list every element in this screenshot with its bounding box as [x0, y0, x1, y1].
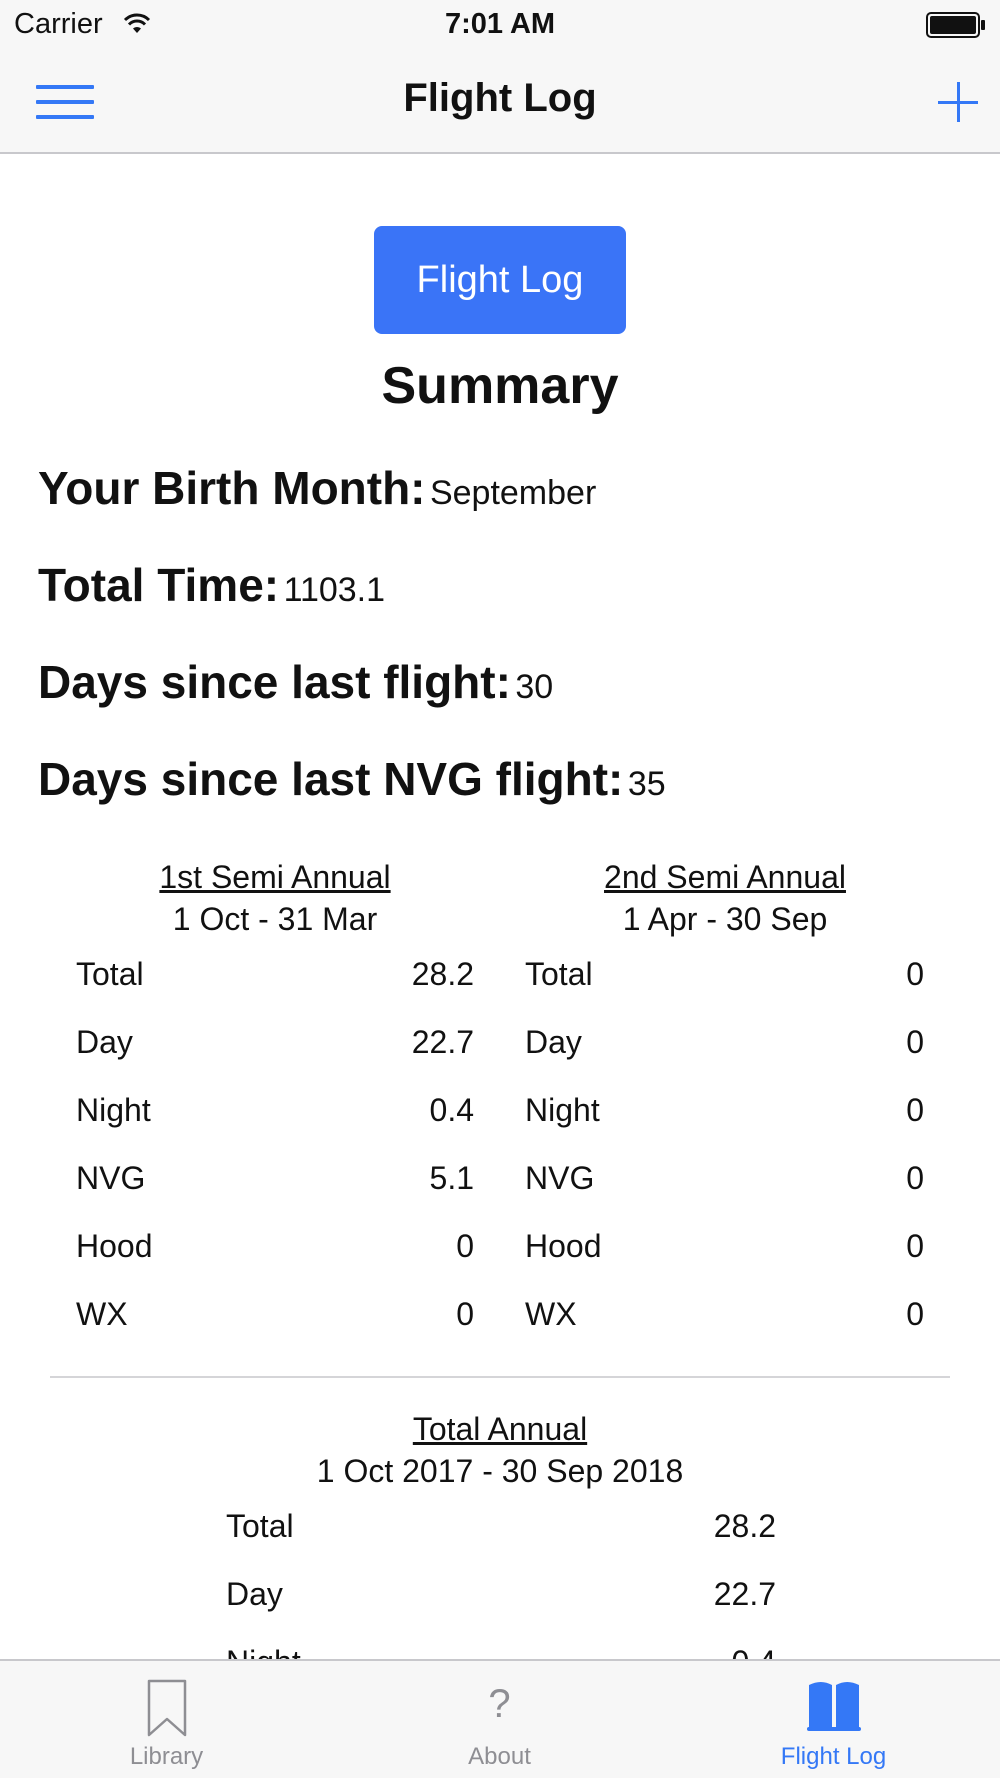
- row-value: 0: [456, 1296, 474, 1332]
- row-label: WX: [525, 1296, 577, 1332]
- table-row: Hood 0: [525, 1228, 924, 1296]
- birth-month-row: Your Birth Month: September: [38, 461, 596, 515]
- days-since-nvg-row: Days since last NVG flight: 35: [38, 752, 666, 806]
- question-icon: ?: [488, 1682, 511, 1726]
- navigation-bar: Flight Log: [0, 50, 1000, 154]
- row-label: NVG: [76, 1160, 146, 1196]
- table-row: NVG 0: [525, 1160, 924, 1228]
- row-value: 0.4: [429, 1092, 474, 1128]
- table-row: WX 0: [525, 1296, 924, 1364]
- row-label: Hood: [525, 1228, 602, 1264]
- status-bar: Carrier 7:01 AM: [0, 0, 1000, 50]
- period-range: 1 Oct - 31 Mar: [172, 901, 378, 937]
- section-divider: [50, 1376, 950, 1378]
- status-time: 7:01 AM: [444, 8, 556, 40]
- row-value: 0: [906, 1024, 924, 1060]
- tab-label: About: [468, 1743, 531, 1770]
- stat-label: Total Time:: [38, 559, 280, 611]
- row-value: 5.1: [429, 1160, 474, 1196]
- row-value: 0: [906, 1160, 924, 1196]
- flight-log-button[interactable]: Flight Log: [374, 226, 626, 334]
- stat-value: 1103.1: [283, 571, 386, 609]
- days-since-flight-row: Days since last flight: 30: [38, 655, 553, 709]
- table-row: Total 28.2: [76, 956, 474, 1024]
- first-semi-annual-header: 1st Semi Annual 1 Oct - 31 Mar: [50, 856, 500, 940]
- flight-log-content[interactable]: Flight Log Summary Your Birth Month: Sep…: [0, 156, 1000, 1659]
- total-annual-table: Total 28.2 Day 22.7 Night 0.4: [226, 1508, 776, 1659]
- row-label: Night: [525, 1092, 600, 1128]
- tab-about[interactable]: ? About: [333, 1661, 666, 1778]
- table-row: Total 0: [525, 956, 924, 1024]
- first-semi-annual-table: Total 28.2 Day 22.7 Night 0.4 NVG 5.1 Hood 0 …: [76, 956, 474, 1364]
- period-title: 1st Semi Annual: [159, 859, 391, 895]
- row-label: Day: [525, 1024, 582, 1060]
- table-row: Day 0: [525, 1024, 924, 1092]
- row-value: 22.7: [411, 1024, 474, 1060]
- table-row: NVG 5.1: [76, 1160, 474, 1228]
- stat-label: Days since last flight:: [38, 656, 511, 708]
- table-row: Hood 0: [76, 1228, 474, 1296]
- period-range: 1 Oct 2017 - 30 Sep 2018: [316, 1453, 684, 1489]
- stat-value: 35: [627, 765, 666, 803]
- tab-label: Flight Log: [780, 1743, 887, 1770]
- period-range: 1 Apr - 30 Sep: [622, 901, 828, 937]
- tab-library[interactable]: Library: [0, 1661, 333, 1778]
- row-value: 0: [906, 1228, 924, 1264]
- table-row: WX 0: [76, 1296, 474, 1364]
- row-label: Day: [76, 1024, 133, 1060]
- tab-bar: Library ? About Flight Log: [0, 1659, 1000, 1778]
- period-title: Total Annual: [412, 1411, 588, 1447]
- row-label: Hood: [76, 1228, 153, 1264]
- row-value: 22.7: [713, 1576, 776, 1612]
- row-value: 0.4: [732, 1644, 776, 1659]
- row-value: 0: [456, 1228, 474, 1264]
- total-time-row: Total Time: 1103.1: [38, 558, 385, 612]
- row-label: Total: [226, 1508, 294, 1544]
- stat-value: September: [429, 474, 597, 512]
- plus-icon[interactable]: [938, 82, 978, 122]
- table-row: Total 28.2: [226, 1508, 776, 1576]
- row-label: Total: [525, 956, 593, 992]
- nav-title: Flight Log: [403, 76, 597, 120]
- row-value: 0: [906, 1296, 924, 1332]
- row-label: NVG: [525, 1160, 595, 1196]
- row-label: Total: [76, 956, 144, 992]
- row-value: 28.2: [411, 956, 474, 992]
- tab-label: Library: [129, 1743, 204, 1770]
- row-label: Day: [226, 1576, 283, 1612]
- summary-title: Summary: [381, 357, 619, 415]
- second-semi-annual-table: Total 0 Day 0 Night 0 NVG 0 Hood 0 WX 0: [525, 956, 924, 1364]
- stat-value: 30: [515, 668, 554, 706]
- table-row: Day 22.7: [226, 1576, 776, 1644]
- stat-label: Your Birth Month:: [38, 462, 426, 514]
- bookmark-icon: [147, 1679, 186, 1737]
- row-label: Night: [76, 1092, 151, 1128]
- period-title: 2nd Semi Annual: [604, 859, 846, 895]
- book-icon: [806, 1682, 861, 1731]
- table-row: Day 22.7: [76, 1024, 474, 1092]
- total-annual-header: Total Annual 1 Oct 2017 - 30 Sep 2018: [275, 1408, 725, 1492]
- row-value: 28.2: [713, 1508, 776, 1544]
- stat-label: Days since last NVG flight:: [38, 753, 624, 805]
- table-row: Night 0.4: [226, 1644, 776, 1659]
- row-label: WX: [76, 1296, 128, 1332]
- row-label: Night: [226, 1644, 301, 1659]
- table-row: Night 0: [525, 1092, 924, 1160]
- table-row: Night 0.4: [76, 1092, 474, 1160]
- battery-icon: [926, 12, 985, 38]
- tab-flight-log[interactable]: Flight Log: [667, 1661, 1000, 1778]
- row-value: 0: [906, 956, 924, 992]
- row-value: 0: [906, 1092, 924, 1128]
- second-semi-annual-header: 2nd Semi Annual 1 Apr - 30 Sep: [500, 856, 950, 940]
